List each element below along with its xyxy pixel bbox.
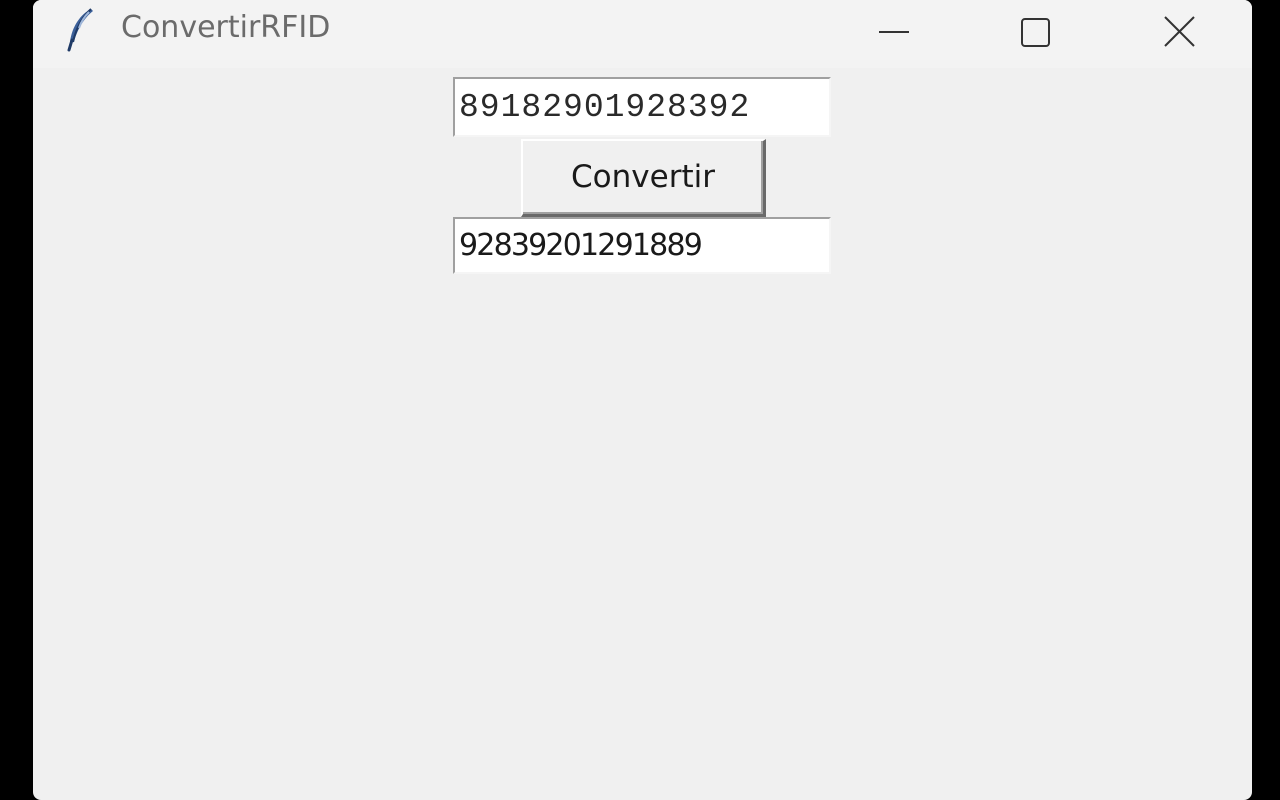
maximize-icon	[1021, 18, 1050, 47]
convert-button[interactable]: Convertir	[521, 139, 766, 217]
maximize-button[interactable]	[965, 0, 1105, 64]
rfid-input[interactable]	[455, 79, 829, 135]
minimize-icon	[879, 31, 909, 33]
close-icon	[1164, 16, 1195, 47]
feather-icon	[63, 6, 99, 54]
close-button[interactable]	[1109, 0, 1249, 64]
rfid-output-field[interactable]	[453, 217, 831, 274]
app-window: ConvertirRFID Convertir	[33, 0, 1252, 800]
minimize-button[interactable]	[823, 0, 963, 64]
rfid-output[interactable]	[455, 219, 829, 272]
title-bar[interactable]: ConvertirRFID	[33, 0, 1252, 68]
window-title: ConvertirRFID	[121, 10, 331, 45]
rfid-input-field[interactable]	[453, 77, 831, 137]
